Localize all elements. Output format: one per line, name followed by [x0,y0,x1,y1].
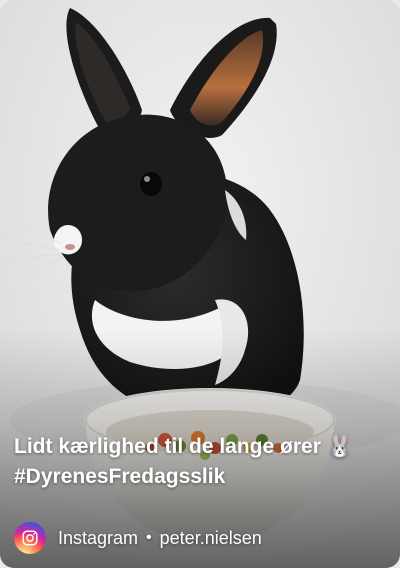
source-separator: • [146,529,152,546]
instagram-icon [14,522,46,554]
post-footer: Instagram • peter.nielsen [14,521,262,555]
author-name[interactable]: peter.nielsen [160,528,262,549]
post-card[interactable]: Lidt kærlighed til de lange ører 🐰 #Dyre… [0,0,400,568]
caption-hashtag[interactable]: #DyrenesFredagsslik [14,462,382,492]
instagram-glyph [22,530,38,546]
post-caption: Lidt kærlighed til de lange ører 🐰 #Dyre… [14,432,382,492]
caption-line-1: Lidt kærlighed til de lange ører 🐰 [14,435,353,458]
source-name[interactable]: Instagram [58,528,138,549]
